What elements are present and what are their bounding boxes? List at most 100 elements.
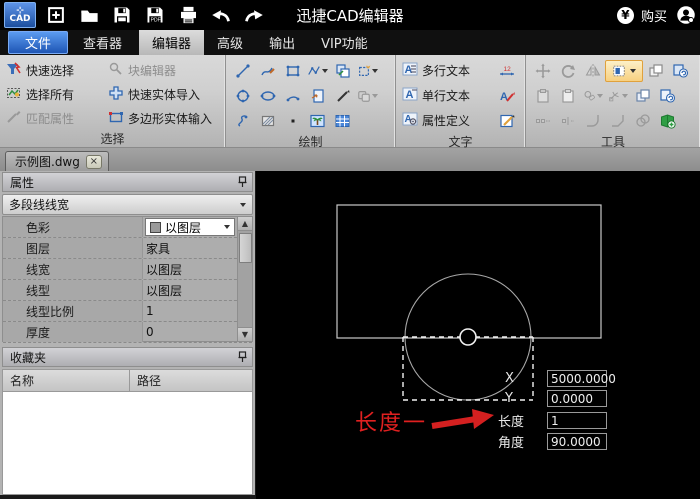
- menu-editor[interactable]: 编辑器: [139, 30, 205, 55]
- spell-check-icon[interactable]: A: [494, 85, 519, 107]
- property-scrollbar[interactable]: ▲ ▼: [237, 217, 252, 341]
- print-button[interactable]: [176, 3, 200, 27]
- undo-button[interactable]: [209, 3, 233, 27]
- ellipse-icon[interactable]: [255, 85, 280, 107]
- add-to-library-icon[interactable]: [655, 110, 680, 132]
- table-icon[interactable]: [330, 110, 355, 132]
- property-label: 厚度: [3, 322, 143, 342]
- save-button[interactable]: [110, 3, 134, 27]
- favorites-panel-title: 收藏夹: [10, 350, 47, 365]
- menu-file[interactable]: 文件: [8, 31, 69, 54]
- insert-block-icon[interactable]: [330, 60, 355, 82]
- hatch-icon[interactable]: [255, 110, 280, 132]
- buy-button[interactable]: 购买: [641, 6, 667, 25]
- arc-icon[interactable]: [280, 85, 305, 107]
- ole-object-icon[interactable]: [305, 85, 330, 107]
- copy-nested-objects2-icon[interactable]: [630, 85, 655, 107]
- move-icon[interactable]: [530, 60, 555, 82]
- panel-footer: [0, 495, 255, 499]
- property-row-linetype: 线型 以图层: [3, 280, 252, 301]
- coord-length-input[interactable]: 1: [547, 412, 607, 429]
- boundary-icon[interactable]: [355, 60, 380, 82]
- coord-y-input[interactable]: 0.0000: [547, 390, 607, 407]
- pin-icon[interactable]: [238, 351, 247, 363]
- favorites-column-path[interactable]: 路径: [130, 370, 161, 391]
- quick-select-button[interactable]: 快速选择: [6, 58, 108, 82]
- coord-angle-input[interactable]: 90.0000: [547, 433, 607, 450]
- new-file-button[interactable]: [44, 3, 68, 27]
- image-icon[interactable]: [305, 110, 330, 132]
- pin-icon[interactable]: [238, 176, 247, 188]
- distribute-icon[interactable]: [555, 110, 580, 132]
- polyline-icon[interactable]: [305, 60, 330, 82]
- selection-display-dropdown[interactable]: [605, 59, 643, 82]
- copy-nested-objects-icon[interactable]: [643, 60, 668, 82]
- redo-button[interactable]: [242, 3, 266, 27]
- edit-text-icon[interactable]: [494, 110, 519, 132]
- drawing-canvas[interactable]: X 5000.0000 Y 0.0000 长度 1 角度 90.0000 长度一: [256, 171, 700, 499]
- favorites-column-headers: 名称 路径: [2, 369, 253, 392]
- favorites-column-name[interactable]: 名称: [3, 370, 130, 391]
- group-icon[interactable]: [630, 110, 655, 132]
- pen-icon[interactable]: [330, 85, 355, 107]
- favorites-list[interactable]: [2, 392, 253, 495]
- quick-entity-import-button[interactable]: 快速实体导入: [108, 82, 212, 106]
- property-value[interactable]: 以图层: [143, 282, 252, 299]
- line-icon[interactable]: [230, 60, 255, 82]
- color-dropdown[interactable]: 以图层: [145, 218, 235, 236]
- block-editor-button[interactable]: 块编辑器: [108, 58, 212, 82]
- menu-output[interactable]: 输出: [256, 30, 308, 55]
- sketch-icon[interactable]: [255, 60, 280, 82]
- tab-close-icon[interactable]: ×: [85, 154, 102, 169]
- property-value[interactable]: 家具: [143, 240, 252, 257]
- align-icon[interactable]: [530, 110, 555, 132]
- rotate-icon[interactable]: [555, 60, 580, 82]
- quick-entity-import-icon: [108, 85, 124, 104]
- chamfer-icon[interactable]: [605, 110, 630, 132]
- menu-vip[interactable]: VIP功能: [308, 30, 381, 55]
- spline-icon[interactable]: [230, 110, 255, 132]
- property-label: 线型比例: [3, 301, 143, 321]
- select-all-button[interactable]: 选择所有: [6, 82, 108, 106]
- property-row-color: 色彩 以图层: [3, 217, 252, 238]
- property-value[interactable]: 0: [143, 325, 252, 339]
- title-bar: ⊹ CAD PDF 迅捷CAD编辑器 ¥ 购买: [0, 0, 700, 30]
- svg-text:A: A: [406, 89, 414, 101]
- mtext-button[interactable]: A 多行文本: [402, 59, 470, 83]
- property-value[interactable]: 以图层: [143, 261, 252, 278]
- paste-icon[interactable]: [530, 85, 555, 107]
- erase-icon[interactable]: [580, 85, 605, 107]
- polygon-entity-input-button[interactable]: 多边形实体输入: [108, 106, 212, 130]
- account-icon[interactable]: [674, 3, 698, 27]
- coord-x-input[interactable]: 5000.0000: [547, 370, 616, 387]
- explode-icon[interactable]: [605, 85, 630, 107]
- property-type-dropdown[interactable]: 多段线线宽: [2, 194, 253, 215]
- fillet-icon[interactable]: [580, 110, 605, 132]
- update-block2-icon[interactable]: [655, 85, 680, 107]
- update-block-icon[interactable]: [668, 60, 693, 82]
- scroll-up-icon[interactable]: ▲: [238, 217, 252, 231]
- coord-x-row: X 5000.0000: [505, 370, 616, 387]
- property-value[interactable]: 1: [143, 304, 252, 318]
- attribute-define-button[interactable]: A 属性定义: [402, 109, 470, 133]
- paste-special-icon[interactable]: [555, 85, 580, 107]
- menu-viewer[interactable]: 查看器: [70, 30, 135, 55]
- ribbon-section-draw: 绘制: [226, 55, 396, 149]
- circle-icon[interactable]: [230, 85, 255, 107]
- wipeout-caret-icon: [372, 93, 378, 98]
- stext-button[interactable]: A 单行文本: [402, 84, 470, 108]
- wipeout-icon[interactable]: [355, 85, 380, 107]
- match-properties-button[interactable]: 匹配属性: [6, 106, 108, 130]
- scroll-down-icon[interactable]: ▼: [238, 327, 252, 341]
- rectangle-icon[interactable]: [280, 60, 305, 82]
- document-tab[interactable]: 示例图.dwg ×: [5, 151, 109, 171]
- cad-logo-icon[interactable]: ⊹ CAD: [4, 2, 36, 28]
- open-file-button[interactable]: [77, 3, 101, 27]
- save-as-pdf-button[interactable]: PDF: [143, 3, 167, 27]
- menu-advanced[interactable]: 高级: [204, 30, 256, 55]
- dimension-text-icon[interactable]: 12: [494, 60, 519, 82]
- svg-text:12: 12: [503, 66, 511, 73]
- point-icon[interactable]: [280, 110, 305, 132]
- mirror-icon[interactable]: [580, 60, 605, 82]
- scroll-thumb[interactable]: [238, 233, 252, 263]
